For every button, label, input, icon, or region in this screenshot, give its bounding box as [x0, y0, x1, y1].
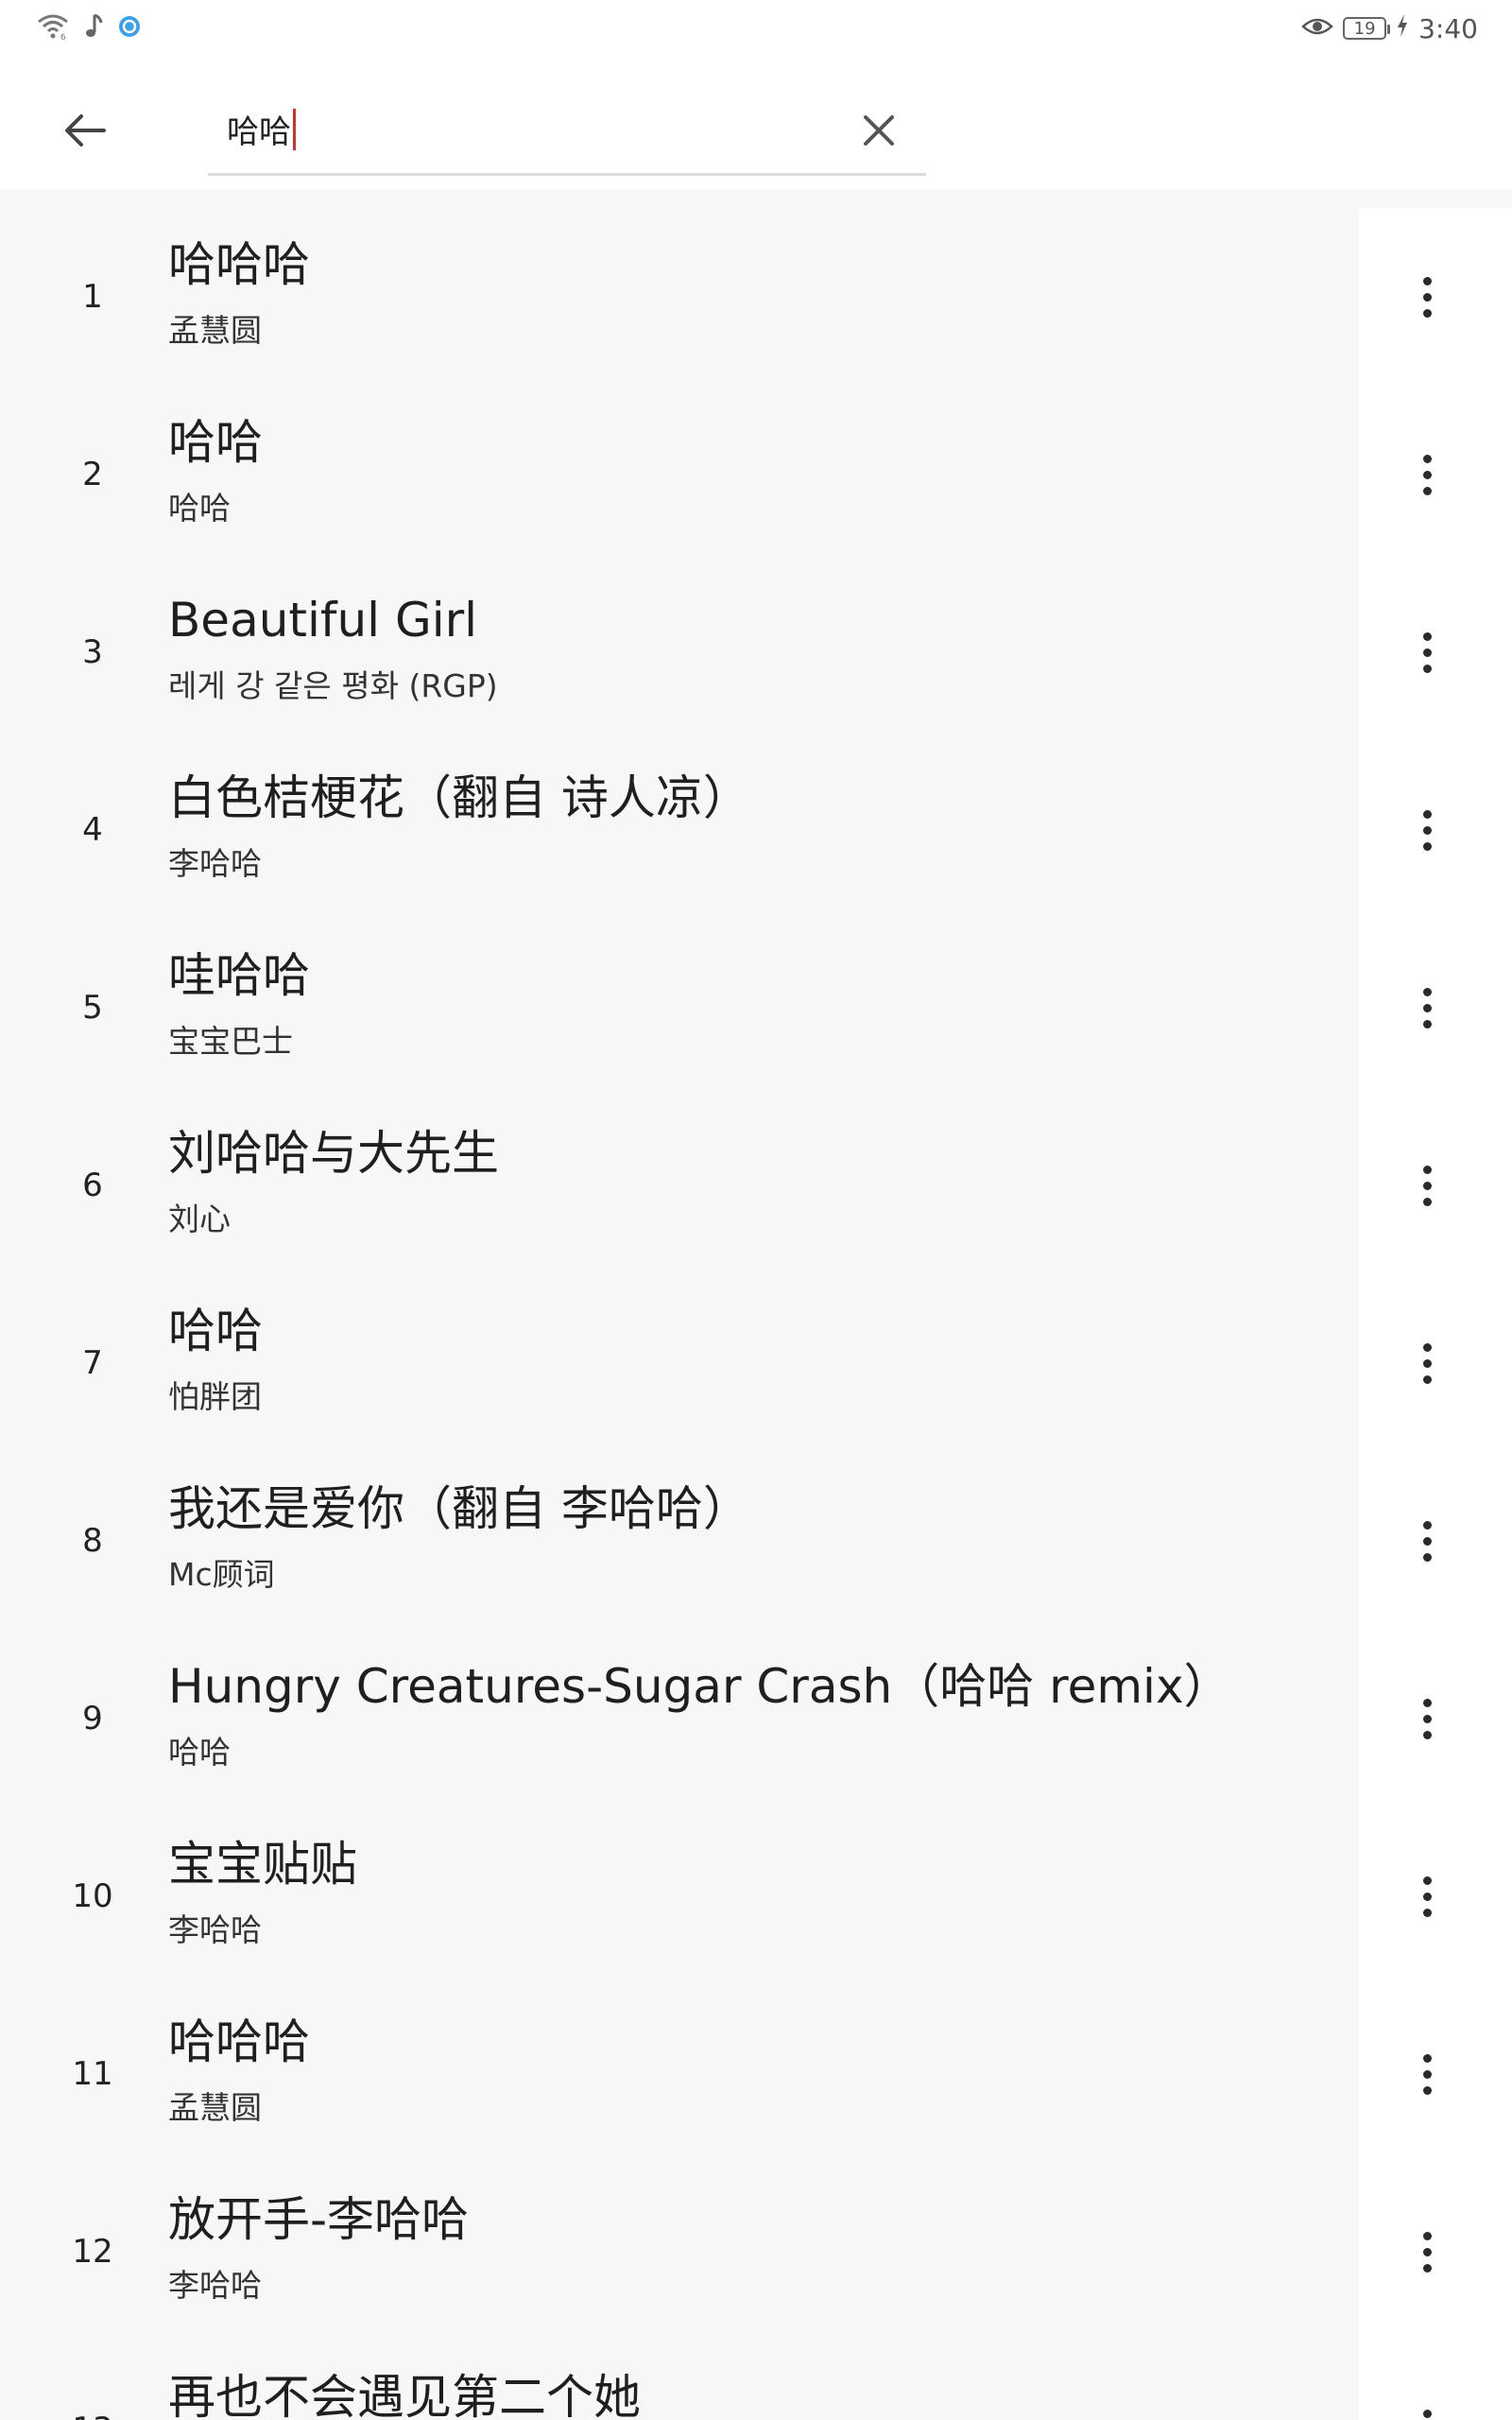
wifi-icon: 6	[36, 12, 70, 44]
more-options-button[interactable]	[1389, 960, 1465, 1055]
more-vertical-icon	[1422, 1876, 1432, 1917]
clear-search-button[interactable]	[841, 93, 917, 168]
result-row[interactable]: 10 宝宝贴贴李哈哈	[0, 1807, 1512, 1985]
battery-level: 19	[1353, 18, 1376, 39]
song-artist: 孟慧圆	[168, 312, 262, 349]
result-index: 12	[72, 2233, 113, 2271]
more-vertical-icon	[1422, 1698, 1432, 1739]
result-row[interactable]: 13 再也不会遇见第二个她	[0, 2341, 1512, 2420]
result-index: 7	[82, 1344, 103, 1382]
more-options-button[interactable]	[1389, 1671, 1465, 1766]
more-vertical-icon	[1422, 1520, 1432, 1562]
result-index: 4	[82, 811, 103, 849]
result-row[interactable]: 12 放开手-李哈哈李哈哈	[0, 2163, 1512, 2341]
more-options-button[interactable]	[1389, 1138, 1465, 1233]
status-bar: 6 19 3:40	[0, 0, 1512, 57]
song-title: 我还是爱你（翻自 李哈哈）	[168, 1481, 750, 1536]
song-artist: Mc顾词	[168, 1556, 275, 1593]
result-index: 11	[72, 2055, 113, 2093]
text-caret	[293, 108, 296, 150]
more-options-button[interactable]	[1389, 427, 1465, 522]
song-title: 白色桔梗花（翻自 诗人凉）	[168, 770, 750, 825]
more-options-button[interactable]	[1389, 1316, 1465, 1410]
more-vertical-icon	[1422, 1165, 1432, 1206]
result-index: 2	[82, 456, 103, 493]
song-title: 哈哈	[168, 415, 263, 470]
result-row[interactable]: 5 哇哈哈宝宝巴士	[0, 919, 1512, 1097]
song-artist: 李哈哈	[168, 1911, 262, 1948]
result-row[interactable]: 7 哈哈怕胖团	[0, 1274, 1512, 1452]
search-input[interactable]: 哈哈	[208, 85, 926, 176]
more-options-button[interactable]	[1389, 1849, 1465, 1944]
song-artist: 孟慧圆	[168, 2089, 262, 2126]
song-title: 刘哈哈与大先生	[168, 1126, 499, 1181]
more-vertical-icon	[1422, 276, 1432, 318]
app-notification-icon	[117, 14, 142, 43]
search-header: 哈哈	[0, 57, 1512, 189]
arrow-left-icon	[65, 114, 106, 147]
song-artist: 李哈哈	[168, 2267, 262, 2304]
more-options-button[interactable]	[1389, 2382, 1465, 2420]
result-row[interactable]: 9 Hungry Creatures-Sugar Crash（哈哈 remix） 哈…	[0, 1630, 1512, 1807]
result-index: 5	[82, 989, 103, 1027]
song-title: 哈哈	[168, 1304, 263, 1358]
song-title: 哈哈哈	[168, 237, 310, 292]
more-options-button[interactable]	[1389, 1494, 1465, 1588]
result-row[interactable]: 2 哈哈 哈哈	[0, 386, 1512, 563]
result-index: 3	[82, 633, 103, 671]
song-artist: 李哈哈	[168, 845, 262, 882]
more-options-button[interactable]	[1389, 2027, 1465, 2121]
song-artist: 怕胖团	[168, 1378, 262, 1415]
song-title: 宝宝贴贴	[168, 1837, 357, 1892]
song-artist: 哈哈	[168, 490, 231, 527]
song-artist: 刘心	[168, 1201, 231, 1237]
more-vertical-icon	[1422, 2053, 1432, 2095]
close-icon	[864, 115, 894, 146]
back-button[interactable]	[47, 93, 123, 168]
song-title: 放开手-李哈哈	[168, 2192, 470, 2247]
result-index: 10	[72, 1877, 113, 1915]
eye-comfort-icon	[1301, 13, 1333, 44]
more-vertical-icon	[1422, 454, 1432, 495]
song-artist: 宝宝巴士	[168, 1023, 293, 1060]
result-row[interactable]: 1 哈哈哈孟慧圆	[0, 208, 1512, 386]
search-query-text: 哈哈	[227, 113, 291, 151]
song-artist: 레게 강 같은 평화 (RGP)	[168, 667, 498, 704]
song-title: Hungry Creatures-Sugar Crash（哈哈 remix）	[168, 1659, 1231, 1714]
music-note-icon	[83, 13, 104, 43]
song-title: 哇哈哈	[168, 948, 310, 1003]
result-index: 8	[82, 1522, 103, 1560]
search-results-list[interactable]: 1 哈哈哈 孟慧圆 2 哈哈 哈哈 3 Beautiful Girl 레게 강 같은 평화 (R…	[0, 189, 1512, 2420]
result-index: 13	[57, 2341, 129, 2420]
more-vertical-icon	[1422, 809, 1432, 851]
result-row[interactable]: 11 哈哈哈孟慧圆	[0, 1985, 1512, 2163]
more-vertical-icon	[1422, 2409, 1432, 2420]
song-artist: 哈哈	[168, 1734, 231, 1771]
result-row[interactable]: 3 Beautiful Girl 레게 강 같은 평화 (RGP)	[0, 563, 1512, 741]
charging-icon	[1396, 13, 1409, 44]
battery-icon: 19	[1343, 17, 1391, 40]
more-vertical-icon	[1422, 987, 1432, 1028]
more-vertical-icon	[1422, 2231, 1432, 2273]
more-options-button[interactable]	[1389, 250, 1465, 344]
clock: 3:40	[1418, 12, 1478, 44]
svg-text:6: 6	[60, 33, 66, 41]
song-title: 再也不会遇见第二个她	[168, 2370, 641, 2420]
more-options-button[interactable]	[1389, 2204, 1465, 2299]
status-right-icons: 19 3:40	[1301, 9, 1478, 47]
song-title: Beautiful Girl	[168, 593, 478, 648]
song-title: 哈哈哈	[168, 2014, 310, 2069]
result-index: 9	[82, 1700, 103, 1737]
result-row[interactable]: 8 我还是爱你（翻自 李哈哈） Mc顾词	[0, 1452, 1512, 1630]
result-row[interactable]: 4 白色桔梗花（翻自 诗人凉） 李哈哈	[0, 741, 1512, 919]
status-left-icons: 6	[36, 11, 142, 45]
more-vertical-icon	[1422, 1342, 1432, 1384]
result-index: 1	[82, 278, 103, 316]
more-vertical-icon	[1422, 631, 1432, 673]
more-options-button[interactable]	[1389, 605, 1465, 700]
more-options-button[interactable]	[1389, 783, 1465, 877]
result-row[interactable]: 6 刘哈哈与大先生刘心	[0, 1097, 1512, 1274]
result-index: 6	[82, 1167, 103, 1204]
